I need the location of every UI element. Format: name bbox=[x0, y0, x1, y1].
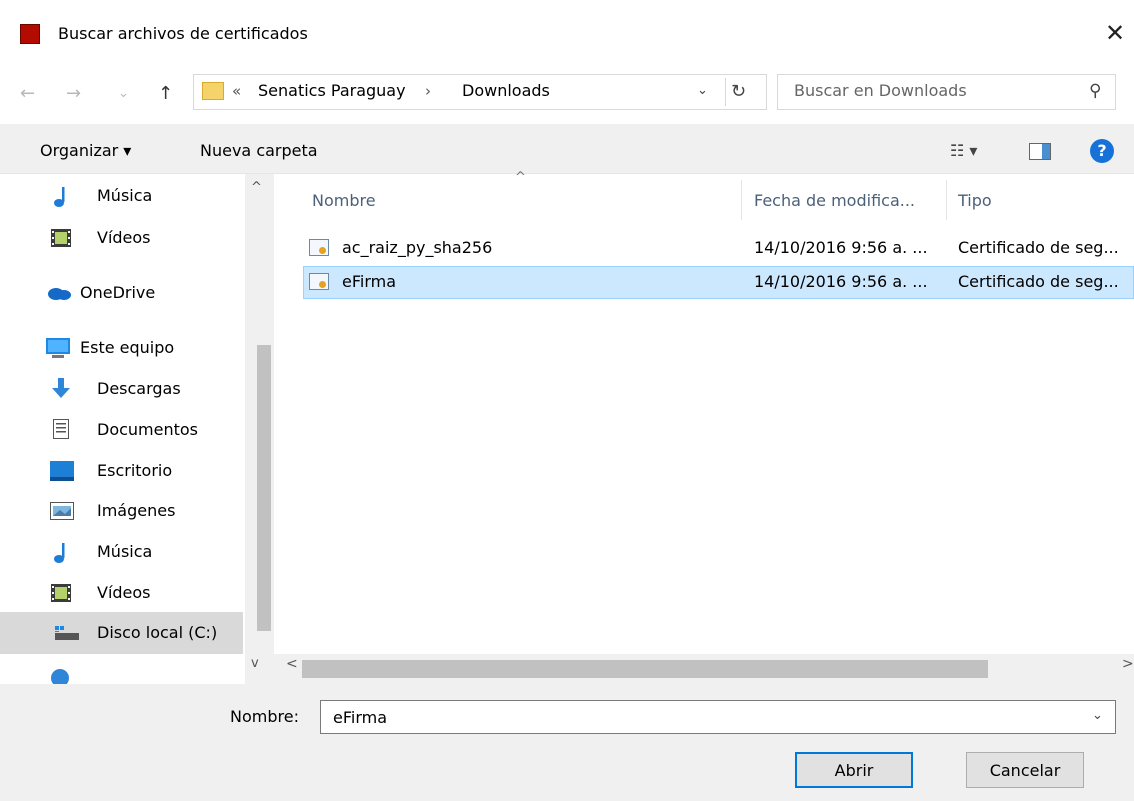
column-header-tipo[interactable]: Tipo bbox=[958, 190, 992, 212]
file-name-input[interactable] bbox=[320, 700, 1116, 734]
window-title: Buscar archivos de certificados bbox=[58, 24, 308, 43]
documents-icon bbox=[53, 419, 69, 439]
sidebar-item-label: Música bbox=[97, 542, 153, 561]
breadcrumb-separator-icon[interactable]: › bbox=[425, 80, 431, 102]
acrobat-app-icon bbox=[20, 24, 40, 44]
scroll-right-icon[interactable]: > bbox=[1122, 656, 1134, 672]
sidebar-item-label: Vídeos bbox=[97, 228, 151, 247]
sidebar-item-disco-local[interactable]: Disco local (C:) bbox=[0, 612, 243, 654]
sidebar-item-este-equipo[interactable]: Este equipo bbox=[0, 328, 243, 368]
address-divider bbox=[725, 78, 726, 106]
video-icon bbox=[51, 584, 71, 602]
recent-locations-icon[interactable]: ⌄ bbox=[118, 80, 129, 108]
sidebar-item-documentos[interactable]: Documentos bbox=[0, 410, 243, 450]
certificate-icon bbox=[309, 239, 329, 256]
computer-icon bbox=[46, 338, 70, 358]
cancel-button[interactable]: Cancelar bbox=[966, 752, 1084, 788]
sidebar-item-label: Este equipo bbox=[80, 338, 175, 357]
search-icon[interactable]: ⚲ bbox=[1089, 80, 1101, 102]
breadcrumb-senatics[interactable]: Senatics Paraguay bbox=[258, 80, 406, 102]
close-icon[interactable]: ✕ bbox=[1100, 18, 1130, 48]
sidebar-item-escritorio[interactable]: Escritorio bbox=[0, 451, 243, 491]
help-icon[interactable]: ? bbox=[1090, 139, 1114, 163]
sidebar-item-label: Descargas bbox=[97, 379, 181, 398]
sidebar-item-label: Escritorio bbox=[97, 461, 173, 480]
open-button[interactable]: Abrir bbox=[795, 752, 913, 788]
sidebar-item-musica-2[interactable]: Música bbox=[0, 532, 243, 572]
file-name-dropdown-icon[interactable]: ⌄ bbox=[1092, 708, 1103, 723]
new-folder-button[interactable]: Nueva carpeta bbox=[200, 140, 318, 162]
sidebar-item-label: Vídeos bbox=[97, 583, 151, 602]
certificate-icon bbox=[309, 273, 329, 290]
breadcrumb-downloads[interactable]: Downloads bbox=[462, 80, 550, 102]
change-view-icon[interactable]: ☷ ▾ bbox=[950, 140, 977, 162]
file-date: 14/10/2016 9:56 a. ... bbox=[754, 238, 928, 257]
music-icon bbox=[54, 187, 65, 207]
search-input[interactable]: Buscar en Downloads bbox=[794, 80, 967, 102]
back-arrow-icon[interactable]: ← bbox=[20, 80, 35, 108]
sort-ascending-icon: ^ bbox=[515, 170, 526, 185]
sidebar-scrollbar-thumb[interactable] bbox=[257, 345, 271, 631]
scroll-down-icon[interactable]: v bbox=[251, 656, 259, 671]
sidebar-item-label: Disco local (C:) bbox=[97, 623, 218, 642]
refresh-icon[interactable]: ↻ bbox=[731, 78, 746, 106]
file-name: ac_raiz_py_sha256 bbox=[342, 238, 493, 257]
sidebar-item-label: OneDrive bbox=[80, 283, 156, 302]
breadcrumb-overflow-icon[interactable]: « bbox=[232, 80, 241, 102]
video-icon bbox=[51, 229, 71, 247]
file-name: eFirma bbox=[342, 272, 397, 291]
sidebar-item-onedrive[interactable]: OneDrive bbox=[0, 273, 243, 313]
file-row-ac-raiz[interactable]: ac_raiz_py_sha256 14/10/2016 9:56 a. ...… bbox=[303, 232, 1134, 265]
network-icon bbox=[50, 668, 70, 684]
sidebar-item-videos[interactable]: Vídeos bbox=[0, 218, 243, 258]
sidebar-item-musica[interactable]: Música bbox=[0, 176, 243, 216]
file-row-efirma[interactable]: eFirma 14/10/2016 9:56 a. ... Certificad… bbox=[303, 266, 1134, 299]
organize-button[interactable]: Organizar ▾ bbox=[40, 140, 131, 162]
drive-icon bbox=[55, 626, 79, 640]
file-name-label: Nombre: bbox=[230, 707, 299, 726]
sidebar-item-label: Música bbox=[97, 186, 153, 205]
address-dropdown-icon[interactable]: ⌄ bbox=[697, 80, 708, 102]
forward-arrow-icon[interactable]: → bbox=[66, 80, 81, 108]
sidebar-item-descargas[interactable]: Descargas bbox=[0, 369, 243, 409]
scroll-left-icon[interactable]: < bbox=[286, 656, 298, 672]
pictures-icon bbox=[50, 502, 74, 520]
file-type: Certificado de seg... bbox=[958, 238, 1119, 257]
sidebar-item-imagenes[interactable]: Imágenes bbox=[0, 491, 243, 531]
onedrive-icon bbox=[46, 286, 72, 300]
scroll-up-icon[interactable]: ^ bbox=[251, 180, 262, 195]
downloads-icon bbox=[50, 378, 72, 400]
column-header-nombre[interactable]: Nombre bbox=[312, 190, 376, 212]
horizontal-scrollbar-thumb[interactable] bbox=[302, 660, 988, 678]
file-type: Certificado de seg... bbox=[958, 272, 1119, 291]
sidebar-item-label: Imágenes bbox=[97, 501, 176, 520]
sidebar-item-videos-2[interactable]: Vídeos bbox=[0, 573, 243, 613]
file-date: 14/10/2016 9:56 a. ... bbox=[754, 272, 928, 291]
sidebar-item-label: Documentos bbox=[97, 420, 199, 439]
desktop-icon bbox=[50, 461, 74, 481]
folder-icon bbox=[202, 82, 224, 100]
column-header-fecha[interactable]: Fecha de modifica... bbox=[754, 190, 915, 212]
column-divider[interactable] bbox=[741, 180, 742, 220]
preview-pane-icon[interactable] bbox=[1029, 143, 1051, 160]
up-arrow-icon[interactable]: ↑ bbox=[158, 80, 173, 108]
column-divider[interactable] bbox=[946, 180, 947, 220]
music-icon bbox=[53, 542, 67, 563]
